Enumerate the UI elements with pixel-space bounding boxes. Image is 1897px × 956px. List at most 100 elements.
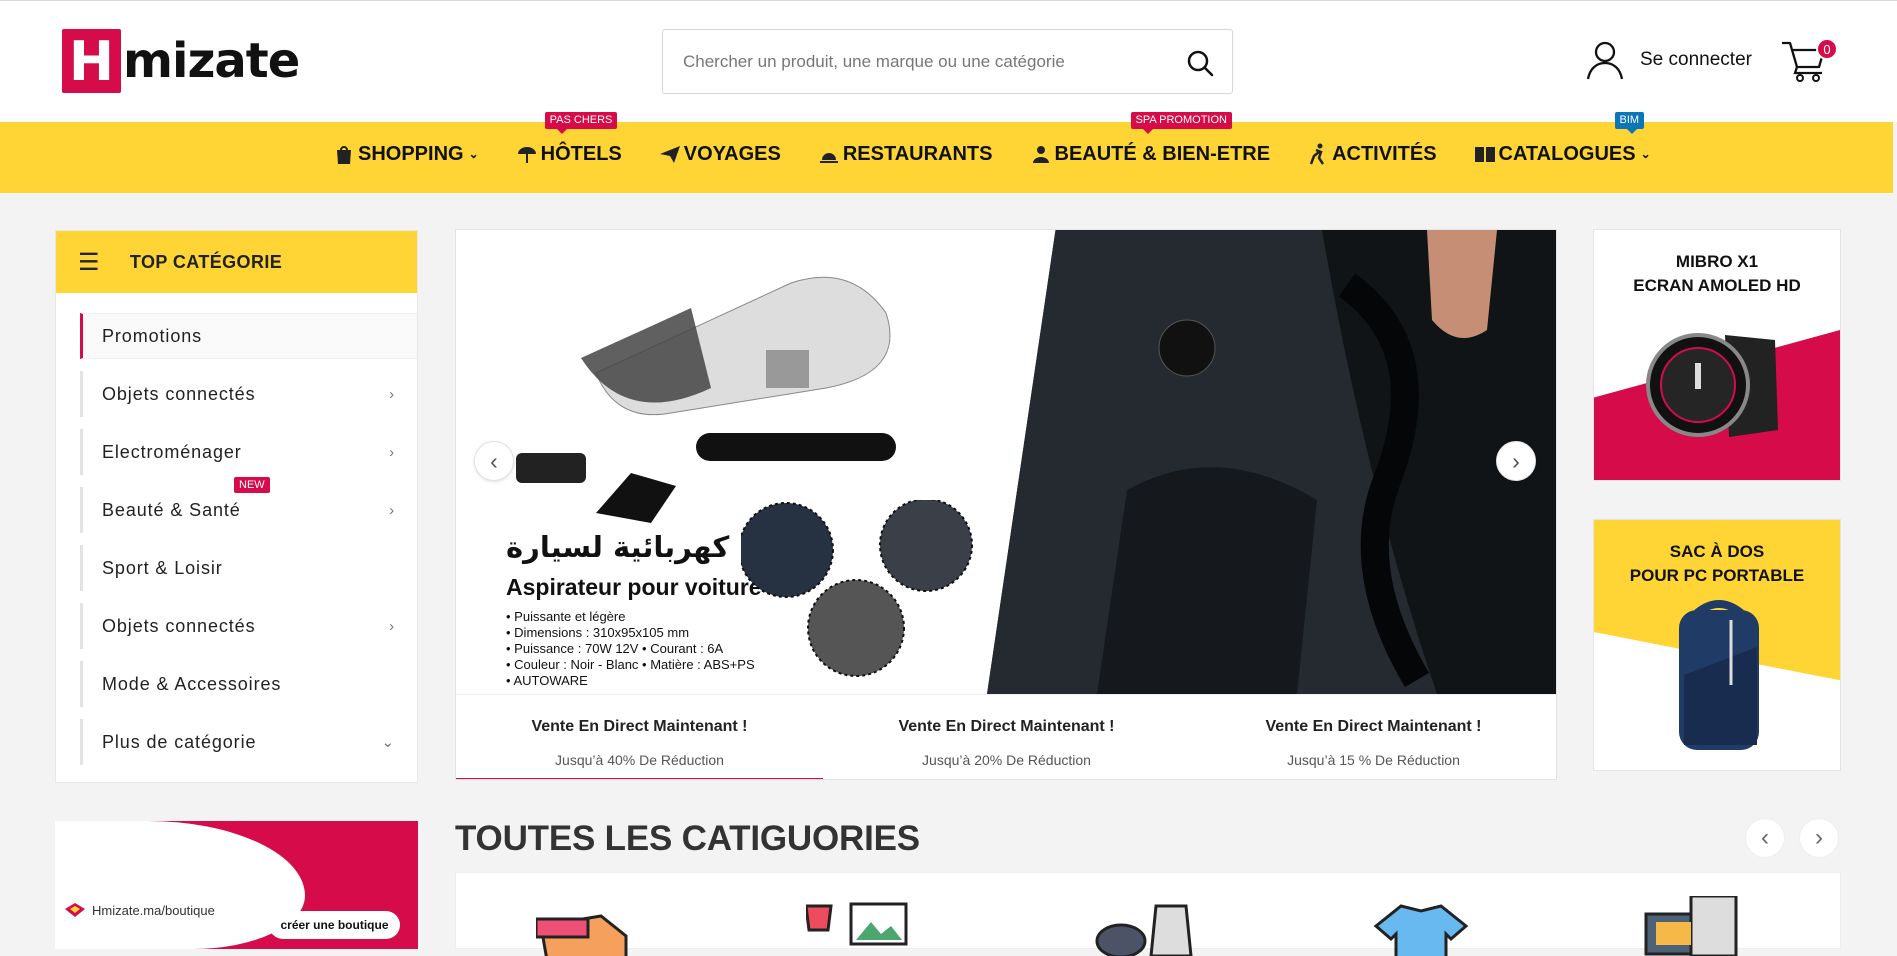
nav-voyages[interactable]: VOYAGES: [658, 142, 781, 166]
create-shop-button[interactable]: créer une boutique: [269, 911, 400, 939]
categories-carousel: [455, 872, 1841, 956]
search-icon[interactable]: [1184, 47, 1216, 79]
catalogue-icon: [1474, 147, 1495, 162]
chevron-left-icon: ‹: [1761, 824, 1769, 851]
nav-shopping[interactable]: SHOPPING ⌄: [332, 142, 479, 166]
sidebar-item-label: Mode & Accessoires: [102, 673, 282, 694]
nav-label: RESTAURANTS: [842, 142, 993, 165]
category-sidebar: ☰ TOP CATÉGORIE Promotions Objets connec…: [55, 230, 418, 783]
deal-tab-3[interactable]: Vente En Direct Maintenant ! Jusqu’à 15 …: [1190, 695, 1556, 779]
chevron-right-icon: ›: [389, 385, 395, 403]
hotel-icon: [517, 147, 536, 163]
sidebar-item-mode-accessoires[interactable]: Mode & Accessoires: [80, 661, 417, 707]
promo-backpack-card[interactable]: SAC À DOS POUR PC PORTABLE: [1593, 519, 1841, 771]
nav-label: VOYAGES: [683, 142, 781, 165]
sidebar-item-electromenager[interactable]: Electroménager ›: [80, 429, 417, 475]
hero-next-button[interactable]: ›: [1496, 441, 1536, 481]
nav-tag: PAS CHERS: [544, 112, 618, 134]
sidebar-item-sport-loisir[interactable]: Sport & Loisir: [80, 545, 417, 591]
sidebar-item-label: Electroménager: [102, 441, 242, 462]
sidebar-item-plus-categorie[interactable]: Plus de catégorie ⌄: [80, 719, 417, 765]
hero-deals: Vente En Direct Maintenant ! Jusqu’à 40%…: [456, 694, 1556, 779]
nav-tag: BIM: [1614, 112, 1645, 134]
hero-slider: مكنسة كهربائية لسيارة Aspirateur pour vo…: [455, 229, 1557, 780]
shop-link[interactable]: Hmizate.ma/boutique: [63, 901, 215, 919]
sidebar-item-label: Beauté & Santé: [102, 499, 241, 520]
banner-wave: [55, 821, 305, 949]
sidebar-header[interactable]: ☰ TOP CATÉGORIE: [56, 231, 417, 293]
sidebar-item-label: Objets connectés: [102, 615, 256, 636]
hero-prev-button[interactable]: ‹: [474, 441, 514, 481]
chevron-down-icon: ⌄: [468, 147, 479, 161]
deal-title: Vente En Direct Maintenant !: [531, 718, 748, 735]
promo-title: SAC À DOS POUR PC PORTABLE: [1629, 542, 1805, 585]
vr-headset-icon[interactable]: [536, 896, 646, 956]
deal-subtitle: Jusqu’à 20% De Réduction: [922, 752, 1091, 768]
shop-logo-icon: [65, 903, 85, 917]
create-shop-banner[interactable]: Hmizate.ma/boutique créer une boutique: [55, 821, 418, 949]
sidebar-item-label: Promotions: [102, 325, 203, 346]
menu-icon: ☰: [78, 248, 100, 276]
nav-restaurants[interactable]: RESTAURANTS: [817, 142, 993, 166]
backpack-image: [1679, 600, 1759, 750]
login-label: Se connecter: [1640, 49, 1752, 70]
categories-next-button[interactable]: ›: [1799, 818, 1839, 858]
chevron-down-icon: ⌄: [381, 734, 395, 751]
nav-tag: SPA PROMOTION: [1130, 112, 1232, 134]
main-navigation: SHOPPING ⌄ PAS CHERS HÔTELS VOYAGES RESTA…: [0, 112, 1893, 193]
smartwatch-image: [1646, 333, 1778, 437]
nav-label: HÔTELS: [540, 142, 622, 165]
login-link[interactable]: Se connecter: [1584, 39, 1752, 81]
electronics-icon[interactable]: [1636, 896, 1746, 956]
site-logo[interactable]: H mizate: [62, 29, 300, 93]
deal-tab-1[interactable]: Vente En Direct Maintenant ! Jusqu’à 40%…: [456, 695, 823, 779]
home-decor-icon[interactable]: [806, 896, 916, 956]
food-cloche-icon: [819, 153, 838, 163]
sidebar-item-label: Plus de catégorie: [102, 731, 257, 752]
promo-watch-card[interactable]: MIBRO X1 ECRAN AMOLED HD: [1593, 229, 1841, 481]
nav-beaute[interactable]: SPA PROMOTION BEAUTÉ & BIEN-ETRE: [1029, 112, 1271, 166]
categories-prev-button[interactable]: ‹: [1745, 818, 1785, 858]
deal-title: Vente En Direct Maintenant !: [898, 718, 1115, 735]
sidebar-item-objets-connectes[interactable]: Objets connectés ›: [80, 371, 417, 417]
sidebar-title: TOP CATÉGORIE: [129, 251, 283, 272]
nav-label: BEAUTÉ & BIEN-ETRE: [1054, 142, 1271, 165]
cart-count-badge: 0: [1816, 38, 1838, 60]
chevron-right-icon: ›: [389, 443, 395, 461]
nav-label: CATALOGUES: [1498, 142, 1636, 165]
plane-icon: [659, 146, 680, 163]
sidebar-item-label: Sport & Loisir: [102, 557, 223, 578]
chevron-down-icon: ⌄: [1640, 147, 1651, 161]
promo-title: MIBRO X1 ECRAN AMOLED HD: [1633, 252, 1801, 295]
nav-catalogues[interactable]: BIM CATALOGUES ⌄: [1473, 112, 1651, 166]
chevron-left-icon: ‹: [490, 447, 498, 474]
new-badge: NEW: [234, 477, 270, 493]
deal-tab-2[interactable]: Vente En Direct Maintenant ! Jusqu’à 20%…: [823, 695, 1190, 779]
user-icon: [1586, 41, 1624, 80]
categories-title: TOUTES LES CATIGUORIES: [455, 819, 920, 858]
nav-activites[interactable]: ACTIVITÉS: [1306, 142, 1437, 166]
sidebar-item-objets-connectes-2[interactable]: Objets connectés ›: [80, 603, 417, 649]
shop-link-label: Hmizate.ma/boutique: [92, 902, 215, 918]
activity-icon: [1309, 143, 1325, 165]
logo-mark: H: [62, 29, 121, 93]
clothing-icon[interactable]: [1366, 896, 1476, 956]
sidebar-item-promotions[interactable]: Promotions: [80, 313, 417, 359]
car-interior-image: [987, 230, 1556, 694]
nav-hotels[interactable]: PAS CHERS HÔTELS: [515, 112, 622, 166]
logo-text: mizate: [123, 33, 300, 89]
vacuum-image: [516, 276, 896, 523]
chevron-right-icon: ›: [389, 501, 395, 519]
kitchen-icon[interactable]: [1086, 896, 1196, 956]
search-input[interactable]: [683, 48, 1163, 76]
chevron-right-icon: ›: [1512, 447, 1520, 474]
top-header: H mizate Se connecter 0: [0, 0, 1897, 122]
nav-label: SHOPPING: [358, 142, 464, 165]
nav-label: ACTIVITÉS: [1332, 142, 1437, 165]
deal-subtitle: Jusqu’à 40% De Réduction: [555, 752, 724, 768]
sidebar-item-beaute-sante[interactable]: Beauté & Santé NEW ›: [80, 477, 417, 533]
sidebar-item-label: Objets connectés: [102, 383, 256, 404]
hero-product-panel: مكنسة كهربائية لسيارة Aspirateur pour vo…: [456, 230, 1052, 694]
search-box: [662, 29, 1233, 94]
spa-person-icon: [1032, 146, 1049, 163]
